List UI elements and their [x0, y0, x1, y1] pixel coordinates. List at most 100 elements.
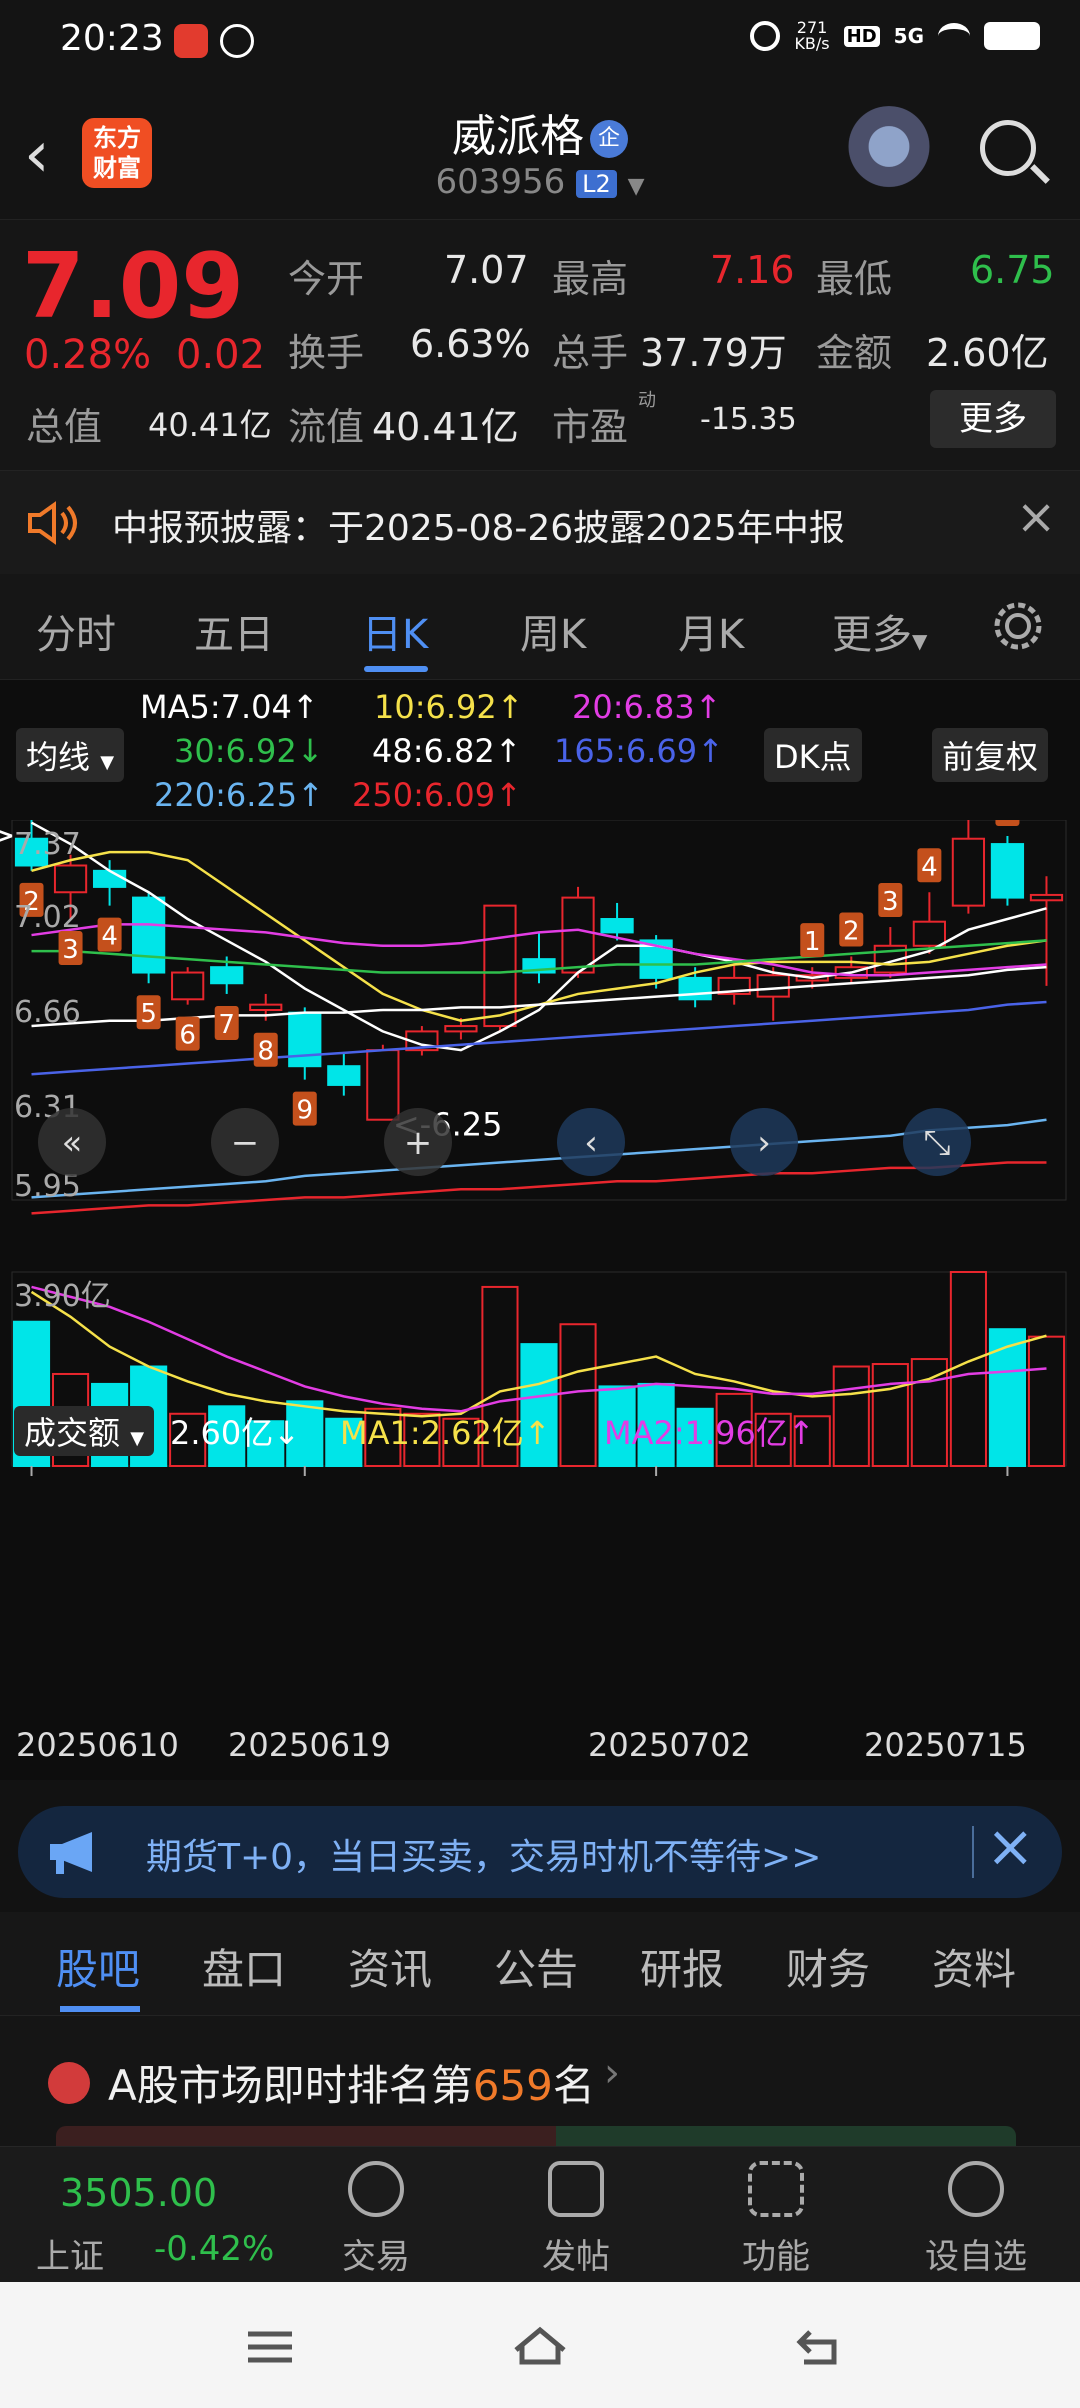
tab-pankou[interactable]: 盘口 [202, 1936, 286, 1997]
active-tab-indicator [60, 2006, 140, 2012]
td-marker-label: 5 [140, 999, 157, 1029]
open-value: 7.07 [444, 248, 529, 292]
more-button[interactable]: 更多 [930, 390, 1056, 448]
index-value: 3505.00 [60, 2171, 218, 2215]
speaker-icon [28, 501, 77, 545]
low-value: 6.75 [970, 248, 1055, 292]
close-icon[interactable]: × [986, 1812, 1035, 1880]
rank-row[interactable]: A股市场即时排名第659名 › [0, 2016, 1080, 2146]
home-icon[interactable] [510, 2322, 570, 2372]
chevron-down-icon: ▼ [130, 1428, 145, 1449]
mktcap-label[interactable]: 总值 [26, 396, 102, 451]
change-percent: 0.28% [24, 332, 152, 378]
kline-chart[interactable]: 234567891234567.377.026.666.315.957.37->… [0, 820, 1080, 1780]
assistant-robot-icon[interactable] [844, 106, 934, 196]
rank-prefix: A股市场即时排名第 [108, 2061, 473, 2110]
index-quote[interactable]: 3505.00 [60, 2171, 217, 2215]
function-button[interactable]: 功能 [706, 2161, 846, 2278]
index-change: -0.42% [154, 2229, 275, 2269]
high-value: 7.16 [710, 248, 795, 292]
add-watchlist-button[interactable]: 设自选 [906, 2161, 1046, 2278]
hd-icon: HD [843, 25, 880, 47]
rewind-icon-glyph: « [62, 1123, 83, 1163]
candle-body [600, 918, 634, 934]
rank-text: A股市场即时排名第659名 [108, 2052, 595, 2113]
kline-chart-panel: 均线 ▼ MA5:7.04↑ 10:6.92↑ 20:6.83↑ 30:6.92… [0, 680, 1080, 1780]
volume-ma2: MA2:1.96亿↑ [604, 1414, 815, 1452]
divider [972, 1826, 974, 1878]
low-label: 最低 [816, 257, 893, 301]
amount-label: 金额 [816, 331, 893, 375]
volume-bar [559, 1323, 597, 1467]
ma30-legend: 30:6.92↓ [174, 732, 324, 770]
tab-profile[interactable]: 资料 [932, 1936, 1016, 1997]
volume-indicator-selector[interactable]: 成交额 ▼ [14, 1406, 155, 1456]
pe-superscript: 动 [638, 390, 656, 411]
settings-gear-icon[interactable] [990, 598, 1046, 654]
quote-panel: 7.09 0.28% 0.02 今开 7.07 最高 7.16 最低 6.75 … [0, 220, 1080, 470]
high-label: 最高 [552, 257, 629, 301]
tab-guba[interactable]: 股吧 [56, 1936, 140, 1997]
content-tabs: 股吧 盘口 资讯 公告 研报 财务 资料 [0, 1912, 1080, 2016]
volume-ma1: MA1:2.62亿↑ [340, 1414, 551, 1452]
y-tick-label: 7.37 [14, 827, 81, 862]
chevron-right-icon: › [604, 2050, 620, 2096]
prev-icon-glyph: ‹ [584, 1123, 598, 1163]
notice-text: 中报预披露：于2025-08-26披露2025年中报 [112, 508, 845, 549]
pe-label[interactable]: 市盈 [552, 396, 628, 451]
tab-monthly-k[interactable]: 月K [678, 602, 744, 660]
td-marker-label: 8 [257, 1037, 274, 1067]
date-label-3: 20250702 [588, 1726, 751, 1764]
y-tick-label: 6.66 [14, 995, 81, 1030]
candle-body [990, 843, 1025, 899]
yuan-icon [348, 2161, 404, 2217]
chevron-down-icon: ▼ [912, 629, 928, 653]
volume-bar [988, 1328, 1027, 1468]
candle-body [132, 896, 166, 974]
back-nav-icon[interactable] [790, 2322, 850, 2372]
tab-more[interactable]: 更多▼ [832, 602, 927, 660]
indicator-selector[interactable]: 均线 ▼ [16, 728, 125, 782]
tab-5day[interactable]: 五日 [194, 602, 274, 660]
adjust-toggle[interactable]: 前复权 [932, 728, 1049, 782]
trade-button[interactable]: 交易 [306, 2161, 446, 2278]
volume-bar [949, 1271, 987, 1467]
tab-news[interactable]: 资讯 [348, 1936, 432, 1997]
function-label: 功能 [742, 2237, 810, 2277]
volume-label: 总手 [552, 331, 629, 375]
wifi-icon [938, 23, 970, 49]
volume-max-label: 3.90亿 [14, 1279, 111, 1314]
ma220-legend: 220:6.25↑ [154, 776, 324, 814]
ma10-legend: 10:6.92↑ [374, 688, 524, 726]
tab-daily-k[interactable]: 日K [362, 602, 428, 660]
candle-body [53, 864, 88, 894]
grid-icon [748, 2161, 804, 2217]
turnover-label[interactable]: 换手 [288, 322, 364, 377]
stock-name: 威派格 [452, 111, 584, 162]
y-tick-label: 7.02 [14, 900, 81, 935]
tab-research[interactable]: 研报 [640, 1936, 724, 1997]
notice-bar[interactable]: 中报预披露：于2025-08-26披露2025年中报 × [0, 470, 1080, 574]
ad-banner[interactable]: 期货T+0，当日买卖，交易时机不等待>> × [18, 1806, 1062, 1898]
volume-value: 37.79万 [640, 331, 787, 375]
post-button[interactable]: 发帖 [506, 2161, 646, 2278]
active-tab-indicator [364, 666, 428, 672]
dk-point-toggle[interactable]: DK点 [764, 728, 862, 782]
volume-bar [871, 1363, 909, 1467]
tab-finance[interactable]: 财务 [786, 1936, 870, 1997]
candle-body [678, 976, 712, 1001]
volume-value: 2.60亿↓ [170, 1414, 301, 1452]
close-icon[interactable]: × [1016, 489, 1056, 545]
td-marker-label: 6 [999, 820, 1016, 826]
stock-code: 603956 [435, 162, 566, 202]
candle-body [171, 971, 205, 1001]
candle-body [951, 837, 986, 907]
menu-icon[interactable] [240, 2322, 300, 2372]
date-label-1: 20250610 [16, 1726, 179, 1764]
tab-announcements[interactable]: 公告 [494, 1936, 578, 1997]
search-icon[interactable] [980, 120, 1036, 176]
tab-intraday[interactable]: 分时 [36, 602, 116, 660]
rank-number: 659 [472, 2061, 553, 2110]
tab-weekly-k[interactable]: 周K [520, 602, 586, 660]
td-marker-label: 4 [921, 852, 938, 882]
